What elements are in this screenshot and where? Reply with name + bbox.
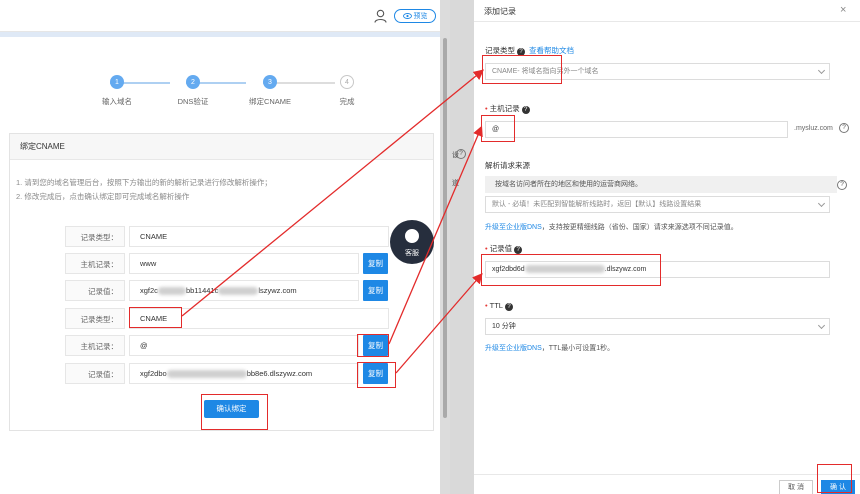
- step-4-label: 完成: [339, 97, 355, 106]
- line-hint-text: ，支持按更精细线路（省份、国家）请求来源选项不同记录值。: [541, 224, 738, 231]
- close-icon[interactable]: ×: [840, 4, 846, 16]
- row-label: 主机记录：: [65, 253, 125, 274]
- annotation-box: [481, 115, 515, 142]
- step-3-label: 绑定CNAME: [248, 97, 292, 106]
- row-value: xgf2dbo bb8e6.dlszywz.com: [129, 363, 359, 384]
- record-type-label-text: 记录类型: [485, 46, 515, 55]
- record-row: 记录类型： CNAME: [65, 226, 389, 247]
- value-label-text: 记录值: [489, 244, 513, 253]
- value-part: bb11441c: [185, 286, 219, 295]
- host-label-text: 主机记录: [489, 104, 520, 113]
- chevron-down-icon: [817, 321, 826, 330]
- step-4: 4: [340, 75, 354, 89]
- line-select[interactable]: 默认 - 必填！未匹配到智能解析线路时，返回【默认】线路设置结果: [485, 196, 830, 213]
- host-label: • 主机记录?: [485, 103, 530, 114]
- step-3: 3: [263, 75, 277, 89]
- row-label: 记录类型：: [65, 226, 125, 247]
- ttl-value: 10 分钟: [492, 323, 516, 330]
- annotation-box: [482, 55, 562, 84]
- card-title: 绑定CNAME: [10, 134, 433, 160]
- ttl-select[interactable]: 10 分钟: [485, 318, 830, 335]
- ttl-label-text: TTL: [489, 301, 503, 310]
- annotation-box: [129, 307, 182, 328]
- step-1-label: 输入域名: [102, 97, 132, 106]
- annotation-box: [357, 334, 389, 357]
- step-2-label: DNS验证: [177, 97, 209, 106]
- redacted: [166, 370, 247, 379]
- overlay-gutter: [450, 0, 474, 494]
- copy-button[interactable]: 复制: [363, 253, 388, 274]
- annotation-box: [817, 464, 852, 493]
- row-label: 主机记录：: [65, 335, 125, 356]
- row-label: 记录值：: [65, 280, 125, 301]
- required-mark: •: [485, 104, 488, 113]
- dialog-header: 添加记录 ×: [474, 0, 860, 22]
- redacted: [157, 287, 186, 296]
- required-mark: •: [485, 301, 488, 310]
- redacted: [218, 287, 259, 296]
- value-part: lszywz.com: [258, 286, 297, 295]
- gutter-text-2: 道: [452, 180, 459, 187]
- customer-service-button[interactable]: 客服: [390, 220, 434, 264]
- preview-button[interactable]: 预览: [394, 9, 436, 23]
- value-part: xgf2dbo: [140, 369, 167, 378]
- help-icon: ?: [514, 246, 523, 254]
- upgrade-dns-link[interactable]: 升级至企业版DNS: [485, 345, 542, 352]
- line-label: 解析请求来源: [485, 161, 530, 170]
- line-info: 按域名访问者所在的地区和使用的运营商网络。: [485, 176, 837, 193]
- dialog-title: 添加记录: [484, 7, 516, 16]
- scrollbar-thumb[interactable]: [443, 38, 447, 418]
- record-row: 记录值： xgf2dbo bb8e6.dlszywz.com 复制: [65, 363, 389, 384]
- row-value: xgf2c bb11441c lszywz.com: [129, 280, 359, 301]
- required-mark: •: [485, 244, 488, 253]
- row-label: 记录类型：: [65, 308, 125, 329]
- annotation-box: [357, 362, 396, 388]
- instruction-2: 2. 修改完成后，点击确认绑定即可完成域名解析操作: [16, 192, 190, 201]
- ttl-hint-text: ，TTL最小可设置1秒。: [541, 345, 615, 352]
- annotation-box: [481, 254, 661, 286]
- host-input[interactable]: @: [485, 121, 788, 138]
- help-icon: ?: [521, 106, 530, 114]
- value-label: • 记录值?: [485, 243, 523, 254]
- row-value: @: [129, 335, 359, 356]
- record-row: 主机记录： www 复制: [65, 253, 389, 274]
- user-icon[interactable]: [374, 9, 387, 23]
- line-hint: 升级至企业版DNS，支持按更精细线路（省份、国家）请求来源选项不同记录值。: [485, 222, 738, 232]
- chevron-down-icon: [817, 199, 826, 208]
- record-row: 主机记录： @ 复制: [65, 335, 389, 356]
- chevron-down-icon: [817, 66, 826, 75]
- help-doc-link[interactable]: 查看帮助文档: [529, 46, 574, 55]
- help-icon[interactable]: ?: [837, 180, 847, 190]
- help-icon: ?: [456, 149, 466, 159]
- top-bar: 预览: [0, 0, 440, 32]
- customer-service-label: 客服: [405, 250, 419, 257]
- step-indicator: 1 2 3 4 输入域名 DNS验证 绑定CNAME 完成: [96, 75, 376, 106]
- step-1: 1: [110, 75, 124, 89]
- record-row: 记录值： xgf2c bb11441c lszywz.com 复制: [65, 280, 389, 301]
- step-2: 2: [186, 75, 200, 89]
- row-value: CNAME: [129, 226, 389, 247]
- host-suffix: .mysluz.com: [794, 125, 833, 132]
- annotation-box: [201, 394, 268, 430]
- record-row: 记录类型： CNAME: [65, 308, 389, 329]
- headset-avatar-icon: [403, 227, 421, 245]
- value-part: xgf2c: [140, 286, 158, 295]
- ttl-hint: 升级至企业版DNS，TTL最小可设置1秒。: [485, 343, 614, 353]
- preview-label: 预览: [413, 13, 428, 20]
- instruction-1: 1. 请到您的域名管理后台，按照下方输出的新的解析记录进行修改解析操作；: [16, 178, 272, 187]
- help-icon[interactable]: ?: [839, 123, 849, 133]
- copy-button[interactable]: 复制: [363, 280, 388, 301]
- cancel-button[interactable]: 取 消: [779, 480, 813, 494]
- value-part: bb8e6.dlszywz.com: [246, 369, 313, 378]
- ttl-label: • TTL?: [485, 301, 513, 311]
- dialog-footer: 取 消 确 认: [474, 474, 860, 494]
- row-value: www: [129, 253, 359, 274]
- line-value: 默认 - 必填！未匹配到智能解析线路时，返回【默认】线路设置结果: [492, 201, 702, 208]
- upgrade-dns-link[interactable]: 升级至企业版DNS: [485, 224, 542, 231]
- eye-icon: [402, 13, 412, 19]
- help-icon: ?: [504, 303, 513, 311]
- row-label: 记录值：: [65, 363, 125, 384]
